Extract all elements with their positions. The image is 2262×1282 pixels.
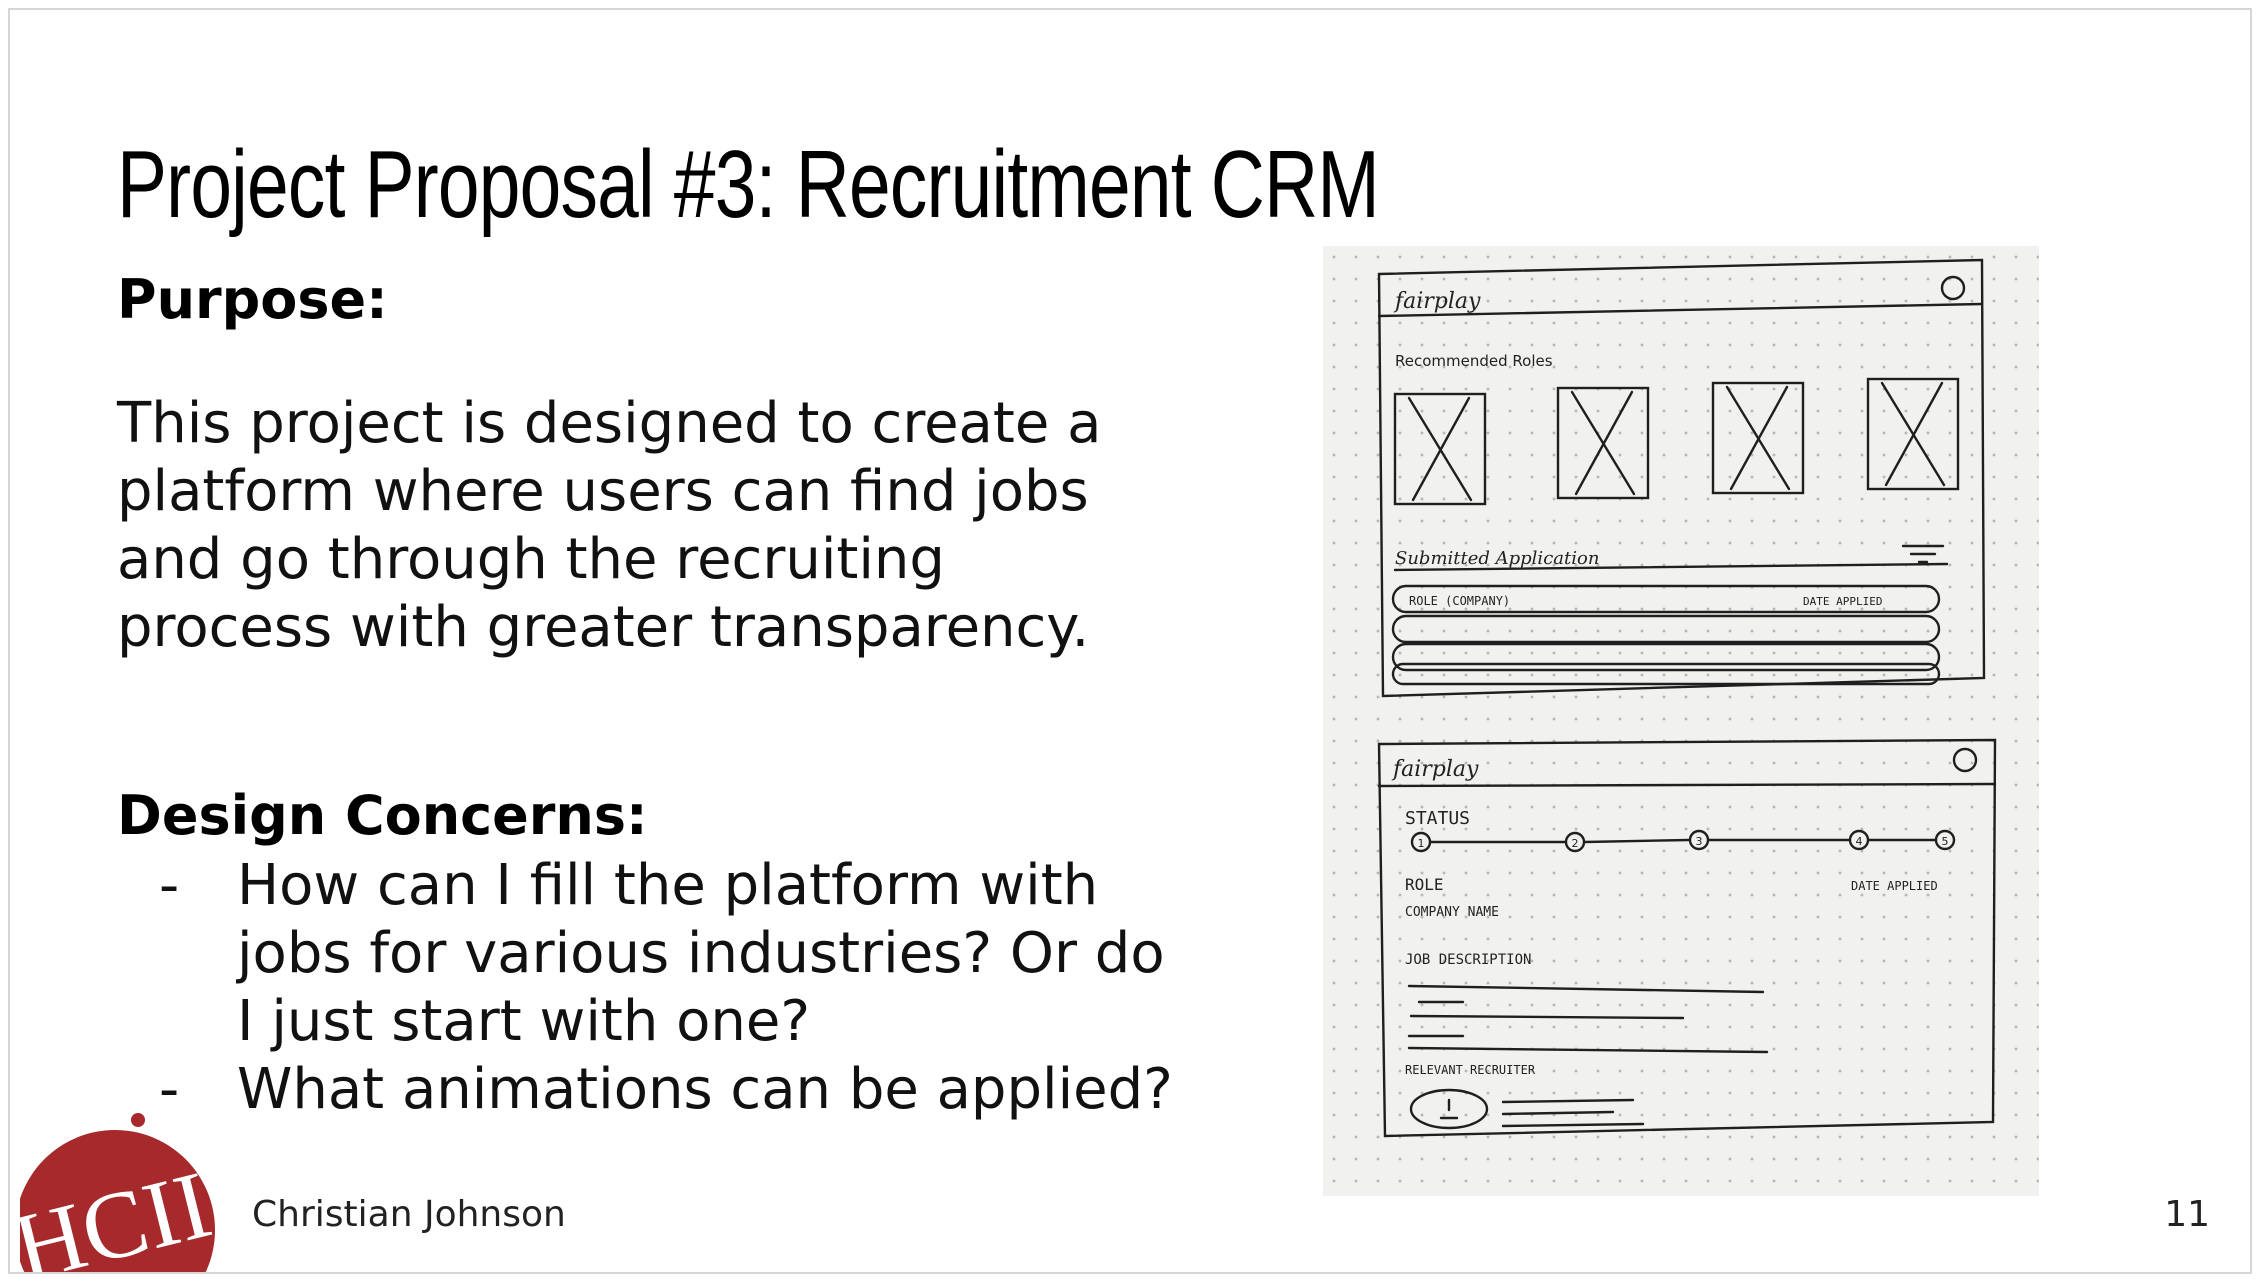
concern-item: - How can I fill the platform with jobs …	[117, 852, 1177, 1056]
sketch-screen-recommended: fairplay Recommended Roles Submitted App…	[1377, 258, 1986, 698]
purpose-heading: Purpose:	[117, 268, 388, 331]
slide-title: Project Proposal #3: Recruitment CRM	[117, 131, 1380, 238]
slide: Project Proposal #3: Recruitment CRM Pur…	[8, 8, 2252, 1274]
sketch-description-lines	[1407, 984, 1769, 1054]
svg-text:2: 2	[1572, 837, 1579, 850]
sketch-recruiter-label: RELEVANT RECRUITER	[1405, 1063, 1536, 1077]
sketch-role-label: ROLE	[1405, 875, 1444, 894]
sketch-recruiter-lines	[1439, 1098, 1645, 1128]
page-number: 11	[2164, 1194, 2210, 1235]
sketch-drawing: fairplay Recommended Roles Submitted App…	[1377, 258, 1997, 1138]
sketch-role-card	[1393, 392, 1487, 506]
sketch-date-label: DATE APPLIED	[1851, 879, 1938, 893]
sketch-row-role: ROLE (COMPANY)	[1409, 594, 1510, 608]
hcii-logo: HCII	[20, 1113, 221, 1272]
sketch-role-card	[1556, 386, 1650, 500]
svg-text:1: 1	[1418, 837, 1425, 850]
wireframe-sketch: fairplay Recommended Roles Submitted App…	[1323, 246, 2039, 1196]
sketch-company-label: COMPANY NAME	[1405, 905, 1499, 920]
svg-text:5: 5	[1942, 835, 1949, 848]
sketch-application-row	[1391, 614, 1941, 644]
sketch-filter-icon	[1901, 544, 1945, 564]
sketch-profile-icon	[1952, 747, 1978, 773]
sketch-submitted-label: Submitted Application	[1395, 548, 1599, 569]
sketch-role-card	[1866, 377, 1960, 491]
sketch-profile-icon	[1940, 275, 1966, 301]
sketch-brand: fairplay	[1391, 757, 1479, 782]
sketch-brand: fairplay	[1393, 289, 1481, 314]
author-name: Christian Johnson	[252, 1194, 566, 1235]
sketch-progress-tracker: 1 2 3 4 5	[1410, 829, 1956, 853]
sketch-status-label: STATUS	[1405, 808, 1470, 829]
svg-text:4: 4	[1856, 835, 1863, 848]
concern-text: What animations can be applied?	[237, 1057, 1173, 1122]
sketch-screen-status: fairplay STATUS 1 2 3 4 5 ROLE COMPANY N…	[1377, 738, 1997, 1138]
logo-dot	[131, 1113, 145, 1127]
sketch-row-date: DATE APPLIED	[1803, 595, 1882, 608]
bullet-dash: -	[159, 853, 180, 918]
sketch-application-row	[1391, 642, 1941, 672]
design-concerns-heading: Design Concerns:	[117, 784, 648, 847]
sketch-recommended-label: Recommended Roles	[1395, 352, 1553, 370]
design-concerns-list: - How can I fill the platform with jobs …	[117, 852, 1177, 1124]
concern-text: How can I fill the platform with jobs fo…	[237, 853, 1165, 1054]
purpose-text: This project is designed to create a pla…	[117, 391, 1102, 660]
concern-item: - What animations can be applied?	[117, 1056, 1177, 1124]
svg-text:3: 3	[1696, 835, 1703, 848]
sketch-job-description-label: JOB DESCRIPTION	[1405, 952, 1531, 968]
sketch-role-card	[1711, 381, 1805, 495]
